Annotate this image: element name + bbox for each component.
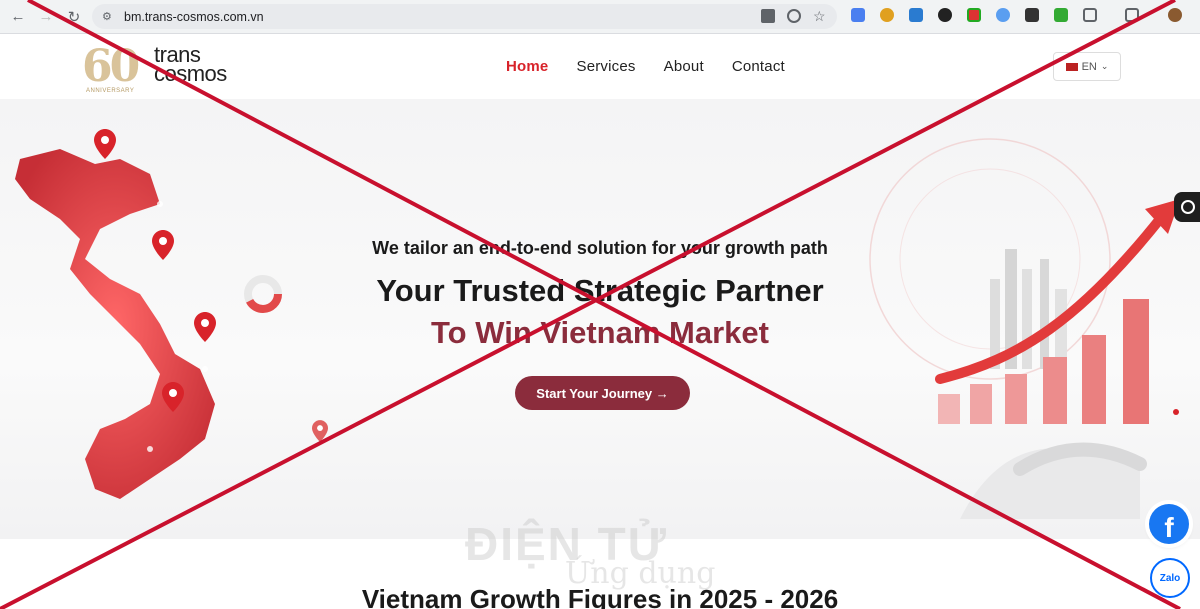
page: ← → ↻ ⚙ bm.trans-cosmos.com.vn ☆ 60 ANNI… bbox=[0, 0, 1200, 609]
flag-icon bbox=[1065, 62, 1078, 71]
notification-dot bbox=[1173, 409, 1179, 415]
cast-icon[interactable] bbox=[1025, 8, 1039, 22]
extension-icon[interactable] bbox=[996, 8, 1010, 22]
logo-anniversary: ANNIVERSARY bbox=[86, 88, 135, 94]
nav-services[interactable]: Services bbox=[576, 58, 635, 75]
facebook-button[interactable]: f bbox=[1149, 504, 1189, 544]
hero-subhead: To Win Vietnam Market bbox=[431, 315, 769, 350]
floating-widget-tab[interactable] bbox=[1174, 192, 1200, 222]
map-pin-icon bbox=[162, 382, 184, 412]
zalo-button[interactable]: Zalo bbox=[1150, 558, 1190, 598]
site-header: 60 ANNIVERSARY trans cosmos Home Service… bbox=[0, 35, 1200, 99]
hero-section: We tailor an end-to-end solution for you… bbox=[0, 99, 1200, 539]
forward-icon[interactable]: → bbox=[32, 3, 60, 31]
reload-icon[interactable]: ↻ bbox=[60, 3, 88, 31]
map-pin-icon bbox=[94, 129, 116, 159]
url-text: bm.trans-cosmos.com.vn bbox=[124, 9, 264, 24]
extension-icon[interactable] bbox=[909, 8, 923, 22]
hero-headline: Your Trusted Strategic Partner bbox=[376, 273, 824, 308]
target-icon bbox=[1181, 200, 1195, 214]
back-icon[interactable]: ← bbox=[4, 3, 32, 31]
logo-brand: trans cosmos bbox=[154, 44, 227, 86]
translate-icon[interactable] bbox=[761, 9, 775, 23]
logo-brand-line2: cosmos bbox=[154, 61, 227, 86]
search-tabs-icon[interactable] bbox=[1125, 8, 1139, 22]
extension-icon[interactable] bbox=[880, 8, 894, 22]
star-icon[interactable]: ☆ bbox=[813, 9, 827, 23]
main-nav: Home Services About Contact bbox=[506, 58, 813, 75]
extension-icon[interactable] bbox=[851, 8, 865, 22]
puzzle-icon[interactable] bbox=[1083, 8, 1097, 22]
logo-sixty: 60 bbox=[82, 41, 140, 92]
language-label: EN bbox=[1081, 60, 1097, 73]
browser-toolbar: ← → ↻ ⚙ bm.trans-cosmos.com.vn ☆ bbox=[0, 0, 1200, 34]
language-selector[interactable]: EN ⌄ bbox=[1053, 52, 1121, 81]
chevron-down-icon: ⌄ bbox=[1100, 61, 1109, 71]
nav-home[interactable]: Home bbox=[506, 58, 548, 75]
transcosmos-logo[interactable]: 60 ANNIVERSARY trans cosmos bbox=[82, 41, 252, 97]
extension-icon[interactable] bbox=[938, 8, 952, 22]
hero-eyebrow: We tailor an end-to-end solution for you… bbox=[372, 238, 828, 258]
extension-icon[interactable] bbox=[1054, 8, 1068, 22]
extension-icon[interactable] bbox=[967, 8, 981, 22]
growth-figures-title: Vietnam Growth Figures in 2025 - 2026 bbox=[361, 584, 839, 609]
nav-about[interactable]: About bbox=[664, 58, 704, 75]
map-pin-icon bbox=[312, 420, 328, 442]
eye-off-icon[interactable] bbox=[787, 9, 801, 23]
site-settings-icon[interactable]: ⚙ bbox=[102, 10, 116, 24]
nav-contact[interactable]: Contact bbox=[732, 58, 785, 75]
profile-icon[interactable] bbox=[1168, 8, 1182, 22]
address-bar[interactable]: ⚙ bm.trans-cosmos.com.vn ☆ bbox=[92, 4, 837, 29]
start-journey-button[interactable]: Start Your Journey → bbox=[515, 376, 690, 410]
